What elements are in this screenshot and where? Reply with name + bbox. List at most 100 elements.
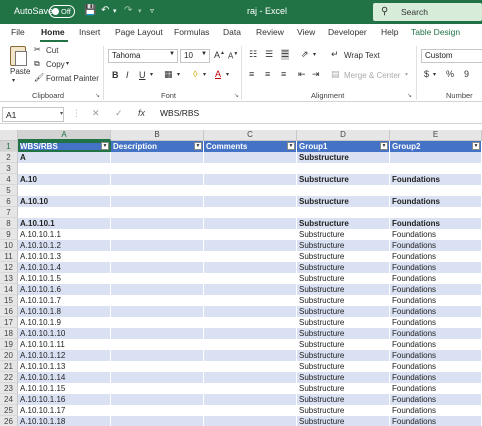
table-cell[interactable]: Substructure xyxy=(297,284,390,295)
table-cell[interactable]: Foundations xyxy=(390,174,482,185)
table-cell[interactable]: A.10.10.1.12 xyxy=(18,350,111,361)
table-cell[interactable]: Substructure xyxy=(297,174,390,185)
column-header-d[interactable]: D xyxy=(297,130,390,141)
font-color-icon[interactable]: A xyxy=(215,69,221,79)
tab-review[interactable]: Review xyxy=(256,27,284,37)
merge-center-icon[interactable]: ▤ xyxy=(331,69,340,80)
font-name-combo[interactable]: Tahoma ▼ xyxy=(108,49,178,63)
row-header[interactable]: 23 xyxy=(0,383,18,394)
enter-icon[interactable]: ✓ xyxy=(115,108,123,119)
table-cell[interactable] xyxy=(204,185,297,196)
table-cell[interactable]: A.10.10.1.8 xyxy=(18,306,111,317)
table-cell[interactable] xyxy=(297,185,390,196)
table-cell[interactable] xyxy=(204,361,297,372)
table-cell[interactable]: Foundations xyxy=(390,262,482,273)
row-header[interactable]: 1 xyxy=(0,141,18,152)
table-cell[interactable] xyxy=(204,350,297,361)
table-cell[interactable]: A.10.10.1.6 xyxy=(18,284,111,295)
row-header[interactable]: 21 xyxy=(0,361,18,372)
align-right-icon[interactable]: ≡ xyxy=(281,69,286,79)
table-cell[interactable]: A.10.10.1.11 xyxy=(18,339,111,350)
table-cell[interactable] xyxy=(111,207,204,218)
formula-input[interactable]: WBS/RBS xyxy=(160,108,199,118)
table-cell[interactable] xyxy=(204,317,297,328)
table-cell[interactable]: Substructure xyxy=(297,240,390,251)
table-cell[interactable] xyxy=(204,383,297,394)
table-cell[interactable]: Foundations xyxy=(390,295,482,306)
filter-dropdown-icon[interactable]: ▼ xyxy=(472,142,480,150)
table-cell[interactable] xyxy=(111,218,204,229)
row-header[interactable]: 26 xyxy=(0,416,18,426)
column-header-b[interactable]: B xyxy=(111,130,204,141)
table-cell[interactable] xyxy=(204,295,297,306)
table-cell[interactable] xyxy=(204,207,297,218)
underline-dropdown-icon[interactable]: ▾ xyxy=(150,71,153,78)
fill-color-dropdown-icon[interactable]: ▾ xyxy=(203,71,206,78)
table-cell[interactable]: Foundations xyxy=(390,284,482,295)
row-header[interactable]: 7 xyxy=(0,207,18,218)
table-cell[interactable]: A.10.10.1.1 xyxy=(18,229,111,240)
table-cell[interactable] xyxy=(111,405,204,416)
row-header[interactable]: 6 xyxy=(0,196,18,207)
table-cell[interactable] xyxy=(18,207,111,218)
row-header[interactable]: 12 xyxy=(0,262,18,273)
table-cell[interactable]: Foundations xyxy=(390,350,482,361)
paste-dropdown-icon[interactable]: ▾ xyxy=(12,77,15,84)
table-header-cell[interactable]: Description ▼ xyxy=(111,141,204,152)
table-cell[interactable] xyxy=(204,196,297,207)
table-header-cell[interactable]: WBS/RBS ▼ xyxy=(18,141,111,152)
table-cell[interactable] xyxy=(111,383,204,394)
table-cell[interactable] xyxy=(204,251,297,262)
table-cell[interactable]: Substructure xyxy=(297,361,390,372)
currency-button[interactable]: $ xyxy=(424,69,429,79)
row-header[interactable]: 22 xyxy=(0,372,18,383)
paste-icon[interactable] xyxy=(10,46,27,66)
table-cell[interactable]: A.10.10.1.3 xyxy=(18,251,111,262)
number-format-combo[interactable]: Custom xyxy=(421,49,482,63)
table-cell[interactable] xyxy=(204,405,297,416)
underline-button[interactable]: U xyxy=(139,70,146,80)
table-cell[interactable]: Substructure xyxy=(297,416,390,426)
row-header[interactable]: 5 xyxy=(0,185,18,196)
tab-file[interactable]: File xyxy=(11,27,25,37)
save-icon[interactable]: 💾 xyxy=(84,5,96,16)
filter-dropdown-icon[interactable]: ▼ xyxy=(380,142,388,150)
table-cell[interactable]: A.10.10.1.10 xyxy=(18,328,111,339)
format-painter-button[interactable]: Format Painter xyxy=(46,74,99,83)
table-cell[interactable]: A xyxy=(18,152,111,163)
row-header[interactable]: 20 xyxy=(0,350,18,361)
table-cell[interactable] xyxy=(111,174,204,185)
table-cell[interactable] xyxy=(111,251,204,262)
filter-dropdown-icon[interactable]: ▼ xyxy=(101,142,109,150)
table-cell[interactable] xyxy=(111,273,204,284)
font-launcher-icon[interactable]: ↘ xyxy=(234,92,239,99)
row-header[interactable]: 16 xyxy=(0,306,18,317)
table-cell[interactable]: A.10.10.1.4 xyxy=(18,262,111,273)
row-header[interactable]: 24 xyxy=(0,394,18,405)
search-box[interactable]: ⚲ Search xyxy=(373,3,482,21)
borders-dropdown-icon[interactable]: ▾ xyxy=(177,71,180,78)
table-cell[interactable] xyxy=(204,394,297,405)
table-cell[interactable] xyxy=(111,361,204,372)
decrease-indent-icon[interactable]: ⇤ xyxy=(298,69,306,80)
tab-insert[interactable]: Insert xyxy=(79,27,100,37)
font-color-dropdown-icon[interactable]: ▾ xyxy=(226,71,229,78)
row-header[interactable]: 10 xyxy=(0,240,18,251)
table-cell[interactable]: A.10.10.1 xyxy=(18,218,111,229)
wrap-text-button[interactable]: Wrap Text xyxy=(344,51,380,60)
table-cell[interactable]: Substructure xyxy=(297,394,390,405)
table-cell[interactable]: A.10.10.1.18 xyxy=(18,416,111,426)
orientation-icon[interactable]: ⇗ xyxy=(301,49,309,60)
table-cell[interactable] xyxy=(204,218,297,229)
autosave-toggle[interactable]: Off xyxy=(49,5,75,18)
filter-dropdown-icon[interactable]: ▼ xyxy=(194,142,202,150)
merge-dropdown-icon[interactable]: ▾ xyxy=(405,71,408,78)
row-header[interactable]: 3 xyxy=(0,163,18,174)
table-cell[interactable]: Substructure xyxy=(297,273,390,284)
customize-toolbar-icon[interactable]: ▿ xyxy=(150,6,154,15)
table-cell[interactable] xyxy=(111,262,204,273)
table-cell[interactable] xyxy=(390,152,482,163)
table-cell[interactable]: Foundations xyxy=(390,317,482,328)
table-cell[interactable]: Foundations xyxy=(390,273,482,284)
table-cell[interactable] xyxy=(204,339,297,350)
